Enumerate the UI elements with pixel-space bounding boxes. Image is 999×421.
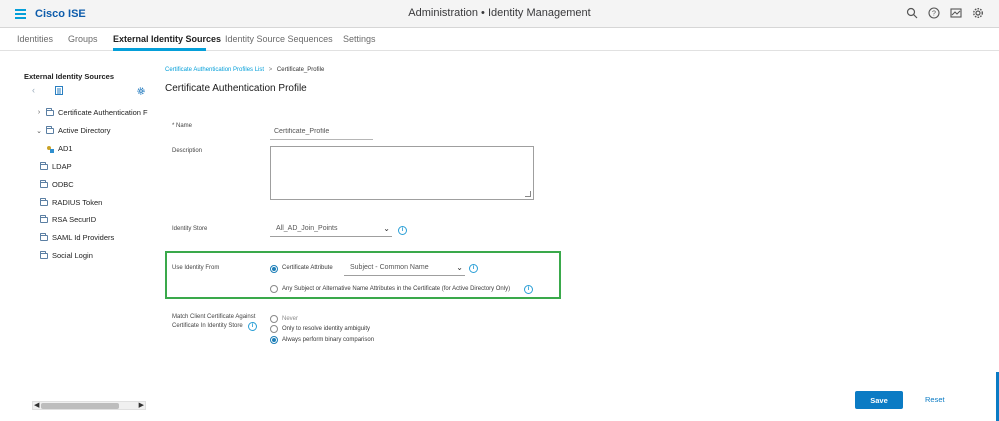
- chevron-down-icon[interactable]: ⌄: [36, 127, 42, 135]
- name-field[interactable]: [270, 124, 373, 140]
- chevron-down-icon: ⌄: [383, 224, 390, 233]
- save-button[interactable]: Save: [855, 391, 903, 409]
- name-label: * Name: [172, 123, 193, 129]
- identity-store-value: All_AD_Join_Points: [276, 225, 338, 232]
- scroll-left-icon[interactable]: ◀: [34, 401, 39, 409]
- match-never-label: Never: [282, 316, 299, 322]
- breadcrumb-current: Certificate_Profile: [276, 67, 325, 73]
- folder-icon: [46, 107, 54, 116]
- folder-icon: [40, 161, 48, 170]
- search-icon[interactable]: [906, 7, 918, 19]
- collapse-left-icon[interactable]: ‹: [32, 85, 35, 95]
- sidebar-item-active-directory[interactable]: ⌄ Active Directory: [36, 125, 111, 135]
- active-tab-indicator: [113, 48, 206, 51]
- folder-icon: [40, 179, 48, 188]
- info-icon[interactable]: i: [469, 264, 478, 273]
- sidebar-item-label: LDAP: [52, 162, 72, 171]
- folder-icon: [40, 214, 48, 223]
- gear-icon[interactable]: [972, 7, 984, 19]
- chevron-right-icon[interactable]: ›: [36, 109, 42, 116]
- sidebar-item-label: RSA SecurID: [52, 215, 97, 224]
- sidebar-item-radius-token[interactable]: RADIUS Token: [40, 197, 103, 207]
- any-subject-label: Any Subject or Alternative Name Attribut…: [282, 286, 511, 292]
- match-always-label: Always perform binary comparison: [282, 337, 375, 343]
- svg-text:?: ?: [932, 11, 936, 18]
- sidebar-item-social-login[interactable]: Social Login: [40, 250, 93, 260]
- sidebar-item-ad1[interactable]: AD1: [46, 144, 73, 153]
- tab-settings[interactable]: Settings: [343, 34, 376, 44]
- breadcrumb-separator: >: [268, 67, 273, 73]
- top-bar: Cisco ISE Administration • Identity Mana…: [0, 0, 999, 28]
- certificate-attribute-select[interactable]: Subject - Common Name ⌄: [344, 262, 465, 276]
- sidebar-item-certificate-authentication[interactable]: › Certificate Authentication F: [36, 107, 148, 117]
- header-icons: ?: [906, 7, 984, 19]
- info-icon[interactable]: i: [248, 322, 257, 331]
- chevron-down-icon: ⌄: [456, 263, 463, 272]
- sidebar-item-label: ODBC: [52, 180, 74, 189]
- sidebar-item-ldap[interactable]: LDAP: [40, 161, 72, 171]
- tab-identities[interactable]: Identities: [17, 34, 53, 44]
- use-identity-from-label: Use Identity From: [172, 265, 220, 271]
- page-title: Certificate Authentication Profile: [165, 83, 307, 94]
- sidebar-item-label: SAML Id Providers: [52, 233, 115, 242]
- scrollbar-thumb[interactable]: [41, 403, 119, 409]
- sidebar-item-label: AD1: [58, 144, 73, 153]
- folder-icon: [40, 250, 48, 259]
- match-certificate-label-line2: Certificate In Identity Store: [172, 323, 243, 329]
- certificate-attribute-value: Subject - Common Name: [350, 264, 429, 271]
- certificate-attribute-label: Certificate Attribute: [282, 265, 333, 271]
- sidebar-item-label: Social Login: [52, 251, 93, 260]
- match-ambiguity-label: Only to resolve identity ambiguity: [282, 326, 371, 332]
- sidebar-horizontal-scrollbar[interactable]: ◀ ▶: [32, 401, 146, 410]
- breadcrumb: Certificate Authentication Profiles List…: [165, 67, 324, 73]
- match-certificate-label-line1: Match Client Certificate Against: [172, 314, 256, 320]
- tab-bar: Identities Groups External Identity Sour…: [0, 28, 999, 51]
- folder-icon: [40, 232, 48, 241]
- info-icon[interactable]: i: [524, 285, 533, 294]
- identity-store-label: Identity Store: [172, 226, 208, 232]
- sidebar-title: External Identity Sources: [24, 72, 115, 81]
- folder-icon: [46, 125, 54, 134]
- list-view-icon[interactable]: [55, 86, 63, 95]
- description-label: Description: [172, 148, 203, 154]
- info-icon[interactable]: i: [398, 226, 407, 235]
- tree-toolbar: ‹: [32, 85, 146, 96]
- identity-store-select[interactable]: All_AD_Join_Points ⌄: [270, 223, 392, 237]
- match-ambiguity-radio[interactable]: [270, 325, 278, 333]
- sidebar-item-rsa-securid[interactable]: RSA SecurID: [40, 214, 97, 224]
- folder-icon: [40, 197, 48, 206]
- domain-icon: [47, 145, 54, 153]
- certificate-attribute-radio[interactable]: [270, 265, 278, 273]
- tab-identity-source-sequences[interactable]: Identity Source Sequences: [225, 34, 333, 44]
- dashboard-icon[interactable]: [950, 7, 962, 19]
- help-icon[interactable]: ?: [928, 7, 940, 19]
- sidebar-item-odbc[interactable]: ODBC: [40, 179, 74, 189]
- page-header-title: Administration • Identity Management: [408, 7, 591, 19]
- match-always-radio[interactable]: [270, 336, 278, 344]
- match-never-radio[interactable]: [270, 315, 278, 323]
- description-textarea[interactable]: [270, 146, 534, 200]
- tab-external-identity-sources[interactable]: External Identity Sources: [113, 34, 221, 44]
- sidebar-item-label: Certificate Authentication F: [58, 108, 148, 117]
- any-subject-radio[interactable]: [270, 285, 278, 293]
- scroll-right-icon[interactable]: ▶: [139, 401, 144, 409]
- breadcrumb-link[interactable]: Certificate Authentication Profiles List: [165, 67, 264, 73]
- reset-button[interactable]: Reset: [925, 395, 945, 404]
- sidebar-item-label: RADIUS Token: [52, 198, 103, 207]
- settings-icon[interactable]: [137, 87, 145, 95]
- sidebar-item-saml-id-providers[interactable]: SAML Id Providers: [40, 232, 115, 242]
- tab-groups[interactable]: Groups: [68, 34, 98, 44]
- sidebar-item-label: Active Directory: [58, 126, 111, 135]
